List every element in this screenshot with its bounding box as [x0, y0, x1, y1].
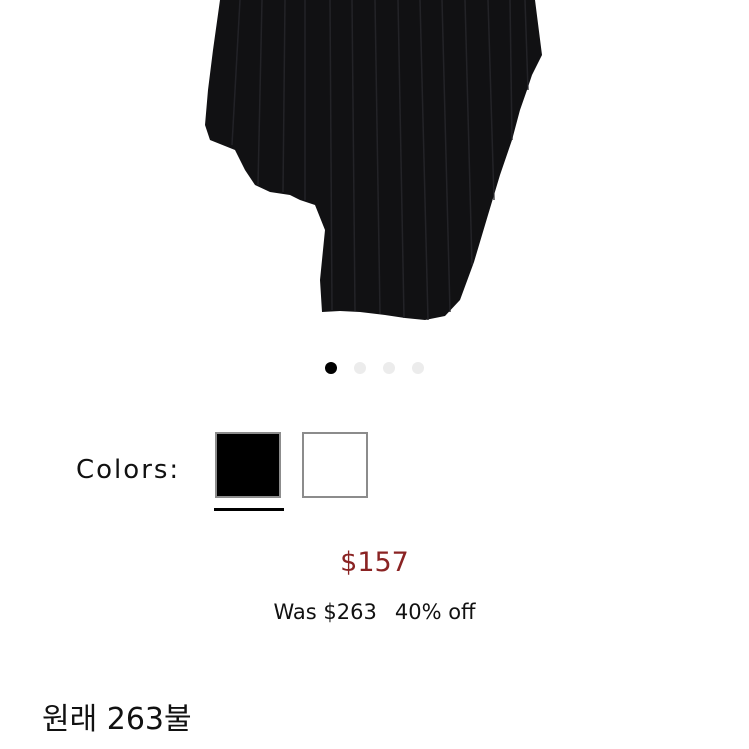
carousel-dot-2[interactable] — [354, 362, 366, 374]
product-page: Colors: $157 Was $263 40% off 원래 263불 — [0, 0, 749, 749]
color-swatch-black[interactable] — [215, 432, 281, 498]
color-swatch-white[interactable] — [302, 432, 368, 498]
discount-label: 40% off — [394, 600, 476, 624]
carousel-dot-4[interactable] — [412, 362, 424, 374]
was-price: Was $263 — [273, 600, 377, 624]
original-price-line: Was $263 40% off — [0, 600, 749, 624]
caption-text: 원래 263불 — [42, 702, 192, 737]
product-image[interactable] — [0, 0, 749, 330]
carousel-dot-1[interactable] — [325, 362, 337, 374]
image-carousel-dots — [325, 362, 424, 374]
selected-swatch-indicator — [214, 508, 284, 511]
current-price: $157 — [340, 547, 409, 578]
colors-label: Colors: — [76, 455, 181, 485]
carousel-dot-3[interactable] — [383, 362, 395, 374]
